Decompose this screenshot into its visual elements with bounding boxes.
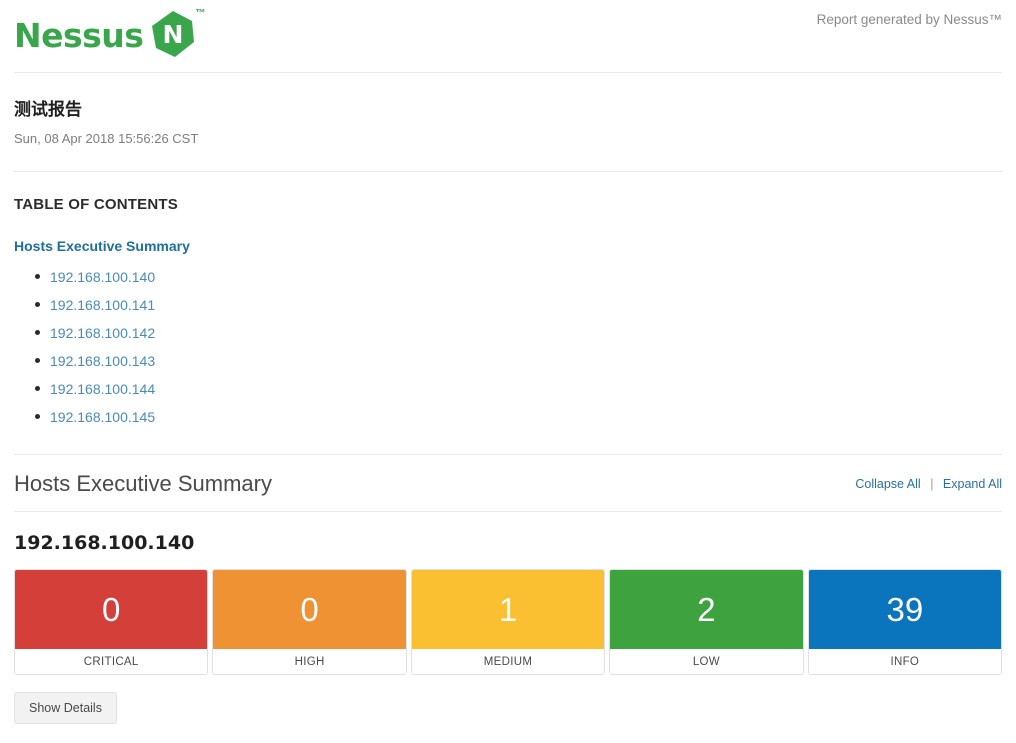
severity-count-low: 2	[610, 570, 803, 649]
severity-card-low[interactable]: 2 LOW	[609, 569, 804, 675]
severity-card-medium[interactable]: 1 MEDIUM	[410, 569, 606, 675]
toc-host-link[interactable]: 192.168.100.140	[50, 269, 155, 285]
toc-host-link[interactable]: 192.168.100.142	[50, 325, 155, 341]
host-actions: Show Details	[0, 675, 1016, 724]
page-header: Nessus N ™ Report generated by Nessus™	[0, 0, 1016, 72]
logo-wordmark: Nessus	[14, 15, 144, 55]
generated-by-label: Report generated by Nessus™	[816, 12, 1002, 27]
severity-card-critical[interactable]: 0 CRITICAL	[14, 569, 209, 675]
toc-host-link[interactable]: 192.168.100.141	[50, 297, 155, 313]
severity-count-high: 0	[213, 570, 406, 649]
severity-card-info[interactable]: 39 INFO	[807, 569, 1003, 675]
host-heading: 192.168.100.140	[14, 532, 195, 554]
show-details-button[interactable]: Show Details	[14, 692, 117, 724]
toc-host-link[interactable]: 192.168.100.143	[50, 353, 155, 369]
severity-summary-row: 0 CRITICAL 0 HIGH 1 MEDIUM 2 LOW 39 INFO	[0, 569, 1016, 675]
list-item: 192.168.100.143	[14, 354, 1002, 368]
svg-text:N: N	[163, 20, 184, 49]
severity-count-info: 39	[808, 570, 1002, 649]
report-page: Nessus N ™ Report generated by Nessus™ 测…	[0, 0, 1016, 743]
severity-label-high: HIGH	[213, 649, 406, 674]
toc-host-link[interactable]: 192.168.100.145	[50, 409, 155, 425]
severity-label-info: INFO	[808, 649, 1002, 674]
toc-heading: TABLE OF CONTENTS	[14, 196, 178, 213]
report-title: 测试报告	[14, 100, 82, 120]
list-item: 192.168.100.142	[14, 326, 1002, 340]
trademark-symbol: ™	[195, 8, 206, 19]
severity-count-critical: 0	[15, 570, 208, 649]
toc-host-list: 192.168.100.140 192.168.100.141 192.168.…	[0, 270, 1016, 424]
toc-host-link[interactable]: 192.168.100.144	[50, 381, 155, 397]
severity-label-medium: MEDIUM	[411, 649, 605, 674]
toc-section-link-hosts-executive-summary[interactable]: Hosts Executive Summary	[0, 238, 204, 254]
collapse-all-link[interactable]: Collapse All	[855, 477, 920, 491]
list-item: 192.168.100.140	[14, 270, 1002, 284]
summary-actions: Collapse All | Expand All	[855, 477, 1002, 491]
list-item: 192.168.100.144	[14, 382, 1002, 396]
nessus-hexagon-icon: N ™	[147, 8, 205, 60]
nessus-logo[interactable]: Nessus N ™	[14, 8, 205, 60]
severity-label-critical: CRITICAL	[15, 649, 208, 674]
actions-separator: |	[930, 477, 934, 491]
expand-all-link[interactable]: Expand All	[943, 477, 1002, 491]
summary-section-header: Hosts Executive Summary Collapse All | E…	[0, 455, 1016, 495]
severity-count-medium: 1	[411, 570, 605, 649]
severity-card-high[interactable]: 0 HIGH	[212, 569, 407, 675]
list-item: 192.168.100.145	[14, 410, 1002, 424]
severity-label-low: LOW	[610, 649, 803, 674]
list-item: 192.168.100.141	[14, 298, 1002, 312]
report-timestamp: Sun, 08 Apr 2018 15:56:26 CST	[14, 131, 199, 146]
section-title: Hosts Executive Summary	[14, 471, 272, 496]
